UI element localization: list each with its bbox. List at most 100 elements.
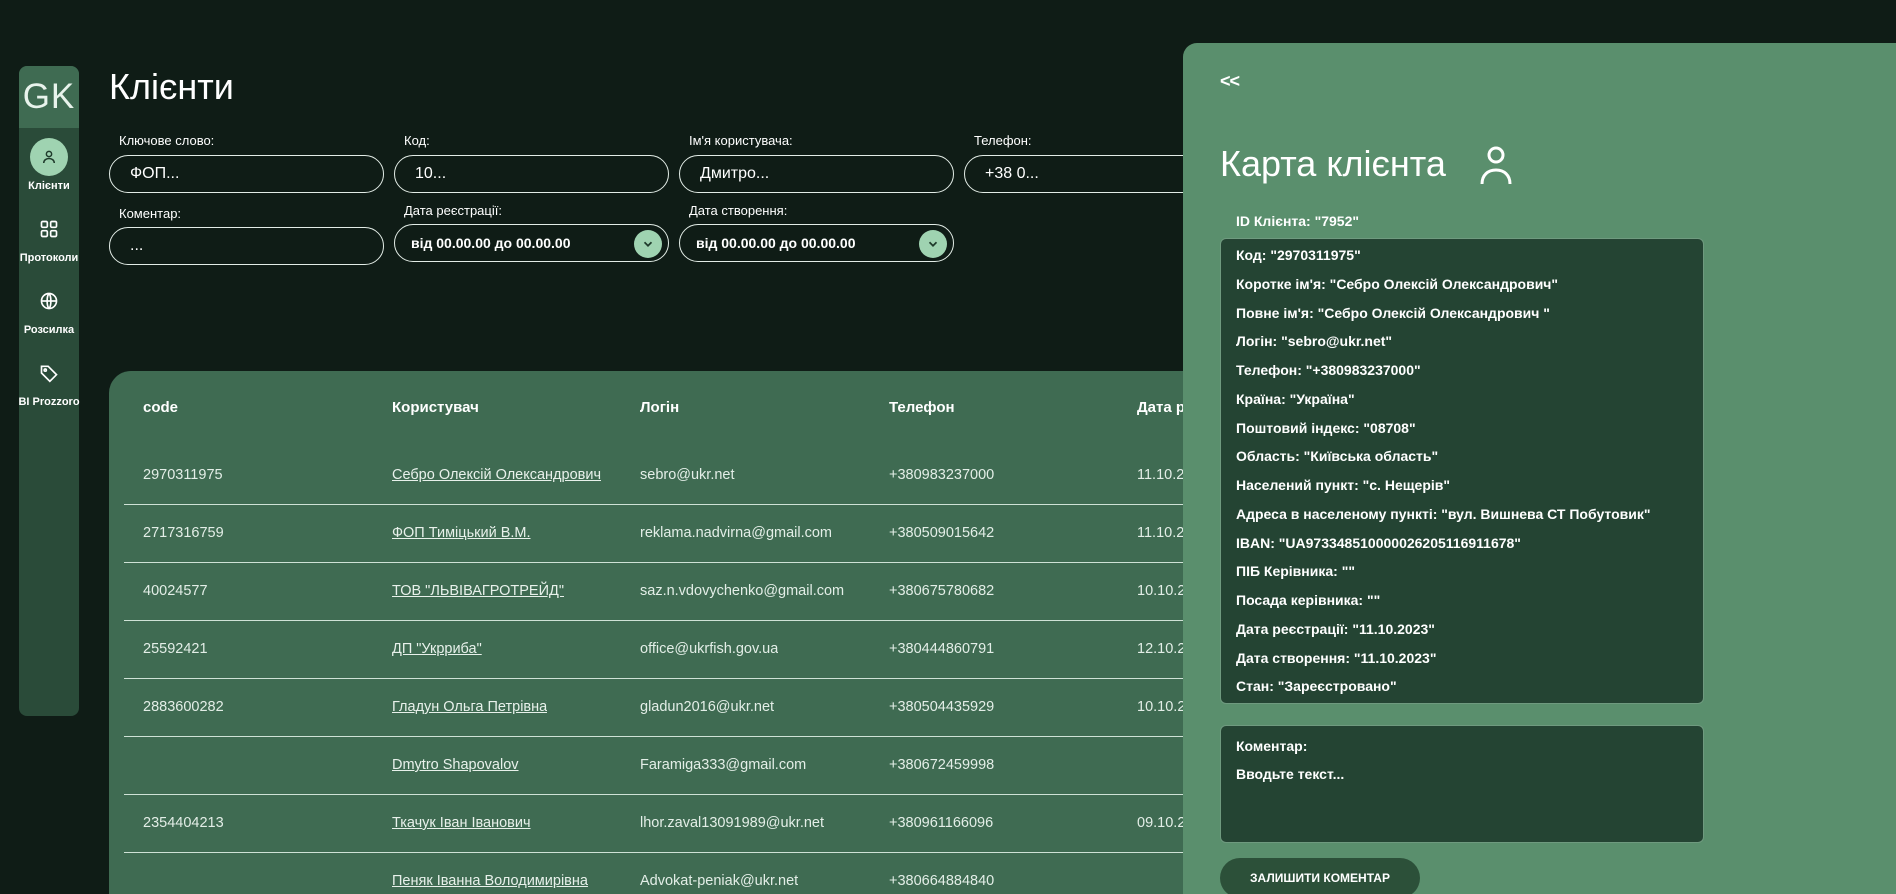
info-locality: Населений пункт: "с. Нещерів" [1236, 477, 1451, 493]
info-iban: IBAN: "UA973348510000026205116911678" [1236, 535, 1521, 551]
cell-login: office@ukrfish.gov.ua [640, 641, 779, 657]
created-date-select[interactable]: від 00.00.00 до 00.00.00 [679, 224, 954, 262]
keyword-input[interactable] [109, 155, 384, 193]
cell-login: gladun2016@ukr.net [640, 699, 775, 715]
sidebar-item-clients[interactable]: Клієнти [19, 138, 79, 200]
cell-code: 2883600282 [143, 699, 224, 715]
table-row[interactable]: Пеняк Іванна Володимирівна Advokat-penia… [124, 853, 1209, 894]
table-row[interactable]: 25592421 ДП "Укрриба" office@ukrfish.gov… [124, 621, 1209, 679]
sidebar-item-bi-prozzoro[interactable]: BI Prozzoro [18, 354, 80, 416]
sidebar: GK Клієнти Протоколи Розсилка BI Prozzor… [18, 66, 80, 716]
cell-login: sebro@ukr.net [640, 467, 735, 483]
leave-comment-button[interactable]: ЗАЛИШИТИ КОМЕНТАР [1220, 858, 1420, 894]
comment-filter-label: Коментар: [119, 206, 182, 221]
collapse-panel-button[interactable]: << [1220, 71, 1240, 92]
username-input[interactable] [679, 155, 954, 193]
info-login: Логін: "sebro@ukr.net" [1236, 333, 1393, 349]
user-icon [1476, 144, 1516, 186]
comment-label: Коментар: [1236, 738, 1308, 754]
table-row[interactable]: 2970311975 Себро Олексій Олександрович s… [124, 447, 1209, 505]
sidebar-item-label: Клієнти [28, 180, 70, 192]
info-country: Країна: "Україна" [1236, 391, 1355, 407]
cell-phone: +380504435929 [889, 699, 995, 715]
table-row[interactable]: 2883600282 Гладун Ольга Петрівна gladun2… [124, 679, 1209, 737]
sidebar-item-mailing[interactable]: Розсилка [19, 282, 79, 344]
table-row[interactable]: 40024577 ТОВ "ЛЬВІВАГРОТРЕЙД" saz.n.vdov… [124, 563, 1209, 621]
cell-code: 2354404213 [143, 815, 224, 831]
table-row[interactable]: Dmytro Shapovalov Faramiga333@gmail.com … [124, 737, 1209, 795]
cell-code: 2970311975 [143, 467, 223, 483]
cell-phone: +380509015642 [889, 525, 995, 541]
table-row[interactable]: 2717316759 ФОП Тиміцький В.М. reklama.na… [124, 505, 1209, 563]
chevron-down-icon[interactable] [919, 230, 947, 258]
cell-login: Advokat-peniak@ukr.net [640, 873, 799, 889]
cell-login: lhor.zaval13091989@ukr.net [640, 815, 825, 831]
code-label: Код: [404, 133, 430, 148]
client-id: ID Клієнта: "7952" [1236, 213, 1360, 229]
cell-code: 40024577 [143, 583, 208, 599]
column-header-login: Логін [640, 399, 680, 416]
cell-user-link[interactable]: Гладун Ольга Петрівна [392, 679, 547, 736]
cell-user-link[interactable]: Ткачук Іван Іванович [392, 795, 531, 852]
column-header-user: Користувач [392, 399, 479, 416]
sidebar-item-protocols[interactable]: Протоколи [19, 210, 79, 272]
cell-user-link[interactable]: ФОП Тиміцький В.М. [392, 505, 531, 562]
cell-phone: +380961166096 [889, 815, 994, 831]
sidebar-item-label: BI Prozzoro [18, 396, 80, 408]
cell-date: 11.10.2 [1137, 467, 1185, 483]
sidebar-item-label: Протоколи [19, 252, 79, 264]
cell-date: 12.10.2 [1137, 641, 1186, 657]
client-card-panel: << Карта клієнта ID Клієнта: "7952" Код:… [1183, 43, 1896, 894]
card-title: Карта клієнта [1220, 143, 1446, 184]
info-full-name: Повне ім'я: "Себро Олексій Олександрович… [1236, 305, 1550, 321]
info-director-position: Посада керівника: "" [1236, 592, 1381, 608]
comment-box: Коментар: [1220, 725, 1704, 843]
cell-user-link[interactable]: Dmytro Shapovalov [392, 737, 519, 794]
info-region: Область: "Київська область" [1236, 448, 1439, 464]
reg-date-value: від 00.00.00 до 00.00.00 [411, 235, 571, 251]
phone-label: Телефон: [974, 133, 1032, 148]
grid-icon [30, 210, 68, 248]
table-row[interactable]: 2354404213 Ткачук Іван Іванович lhor.zav… [124, 795, 1209, 853]
cell-phone: +380675780682 [889, 583, 995, 599]
page-title: Клієнти [109, 66, 234, 107]
created-date-value: від 00.00.00 до 00.00.00 [696, 235, 856, 251]
cell-user-link[interactable]: ДП "Укрриба" [392, 621, 482, 678]
cell-user-link[interactable]: Пеняк Іванна Володимирівна [392, 853, 588, 894]
cell-phone: +380664884840 [889, 873, 995, 889]
cell-login: saz.n.vdovychenko@gmail.com [640, 583, 845, 599]
reg-date-select[interactable]: від 00.00.00 до 00.00.00 [394, 224, 669, 262]
clients-table: code Користувач Логін Телефон Дата ре 29… [109, 371, 1209, 894]
cell-user-link[interactable]: ТОВ "ЛЬВІВАГРОТРЕЙД" [392, 563, 564, 620]
comment-filter-input[interactable] [109, 227, 384, 265]
user-icon [30, 138, 68, 176]
cell-phone: +380444860791 [889, 641, 995, 657]
cell-code: 25592421 [143, 641, 208, 657]
cell-phone: +380672459998 [889, 757, 995, 773]
cell-user-link[interactable]: Себро Олексій Олександрович [392, 447, 601, 504]
reg-date-label: Дата реєстрації: [404, 203, 502, 218]
tag-icon [30, 354, 68, 392]
comment-textarea[interactable] [1236, 766, 1686, 832]
column-header-code: code [143, 399, 179, 416]
cell-code: 2717316759 [143, 525, 224, 541]
created-date-label: Дата створення: [689, 203, 788, 218]
globe-icon [30, 282, 68, 320]
info-address: Адреса в населеному пункті: "вул. Вишнев… [1236, 506, 1651, 522]
info-status: Стан: "Зареєстровано" [1236, 678, 1397, 694]
info-short-name: Коротке ім'я: "Себро Олексій Олександров… [1236, 276, 1559, 292]
info-phone: Телефон: "+380983237000" [1236, 362, 1421, 378]
column-header-phone: Телефон [889, 399, 955, 416]
cell-date: 10.10.2 [1137, 583, 1186, 599]
info-created-date: Дата створення: "11.10.2023" [1236, 650, 1437, 666]
logo: GK [19, 66, 79, 128]
info-postal-code: Поштовий індекс: "08708" [1236, 420, 1416, 436]
code-input[interactable] [394, 155, 669, 193]
cell-date: 10.10.2 [1137, 699, 1186, 715]
chevron-down-icon[interactable] [634, 230, 662, 258]
cell-phone: +380983237000 [889, 467, 995, 483]
info-director-name: ПІБ Керівника: "" [1236, 563, 1355, 579]
cell-date: 11.10.2 [1137, 525, 1185, 541]
cell-login: Faramiga333@gmail.com [640, 757, 807, 773]
cell-login: reklama.nadvirna@gmail.com [640, 525, 833, 541]
